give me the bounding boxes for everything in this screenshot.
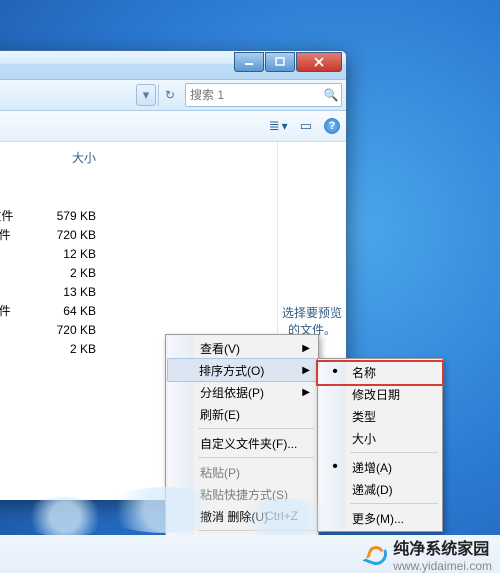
brand-name: 纯净系统家园 <box>393 535 492 559</box>
tool-bar: ≣ ▾ ▭ ? <box>0 111 346 142</box>
cell-type: 快捷方式 <box>0 264 16 281</box>
submenu-arrow-icon: ▶ <box>302 387 310 398</box>
desktop: ◄ ▾ ↻ 🔍 ≣ ▾ ▭ ? 日期 类型 大小 1/6/2 13:46 文件夹… <box>0 0 500 573</box>
cell-size: 12 KB <box>16 247 112 261</box>
search-box[interactable]: 🔍 <box>185 83 342 107</box>
submenu-arrow-icon: ▶ <box>302 343 310 354</box>
view-mode-button[interactable]: ≣ ▾ <box>269 118 288 134</box>
preview-pane-icon: ▭ <box>300 118 312 134</box>
col-size-header[interactable]: 大小 <box>16 149 112 166</box>
col-type-header[interactable]: 类型 <box>0 149 16 166</box>
sort-option[interactable]: •递增(A) <box>320 456 440 478</box>
search-icon[interactable]: 🔍 <box>321 88 341 102</box>
history-dropdown[interactable]: ▾ <box>136 84 156 106</box>
cell-type: JPG 图片文件 <box>0 226 16 243</box>
brand-url: www.yidaimei.com <box>393 559 492 573</box>
search-input[interactable] <box>186 88 321 102</box>
cell-type: 快捷方式 <box>0 340 16 357</box>
file-row[interactable]: 1/4/26 14:30 DOCX 文档 13 KB <box>0 282 277 301</box>
maximize-button[interactable] <box>265 52 295 72</box>
sort-option[interactable]: •名称 <box>320 361 440 383</box>
help-button[interactable]: ? <box>324 118 340 134</box>
file-row[interactable]: 1/5/27 10:48 JPG 图片文件 64 KB <box>0 301 277 320</box>
menu-item[interactable]: 分组依据(P)▶ <box>168 381 316 403</box>
cell-type: 文件夹 <box>0 169 16 186</box>
title-bar[interactable] <box>0 51 346 80</box>
sort-option[interactable]: 类型 <box>320 405 440 427</box>
close-button[interactable] <box>296 52 342 72</box>
cell-type: 文件夹 <box>0 188 16 205</box>
sort-option[interactable]: 修改日期 <box>320 383 440 405</box>
cell-size: 64 KB <box>16 304 112 318</box>
cell-type: DOCX 文档 <box>0 245 16 262</box>
watermark-footer: 纯净系统家园 www.yidaimei.com <box>0 535 500 573</box>
cell-size: 2 KB <box>16 266 112 280</box>
menu-item[interactable]: 刷新(E) <box>168 403 316 425</box>
refresh-button[interactable]: ↻ <box>158 84 181 106</box>
cell-size: 720 KB <box>16 228 112 242</box>
cell-type: DOCX 文档 <box>0 283 16 300</box>
file-header[interactable]: 日期 类型 大小 <box>0 146 277 168</box>
brand-text: 纯净系统家园 www.yidaimei.com <box>393 535 492 573</box>
cell-type: JPG 图片文件 <box>0 302 16 319</box>
file-row[interactable]: 1/6/2 13:46 文件夹 <box>0 168 277 187</box>
cell-size: 579 KB <box>16 209 112 223</box>
preview-pane-button[interactable]: ▭ <box>300 118 312 134</box>
cell-size: 2 KB <box>16 342 112 356</box>
minimize-button[interactable] <box>234 52 264 72</box>
file-row[interactable]: 1/5/10 14:24 快捷方式 2 KB <box>0 263 277 282</box>
file-row[interactable]: 1/5/24 13:46 文件夹 <box>0 187 277 206</box>
cell-size: 13 KB <box>16 285 112 299</box>
cell-size: 720 KB <box>16 323 112 337</box>
sort-option[interactable]: 大小 <box>320 427 440 449</box>
menu-item[interactable]: 查看(V)▶ <box>168 337 316 359</box>
file-row[interactable]: 1/4/26 15:07 JPG 图片文件 720 KB <box>0 225 277 244</box>
decorative-clouds <box>0 489 500 539</box>
cell-type: PNG 图片文件 <box>0 207 16 224</box>
file-row[interactable]: 0/7/6 15:42 PNG 图片文件 579 KB <box>0 206 277 225</box>
view-list-icon: ≣ <box>269 118 280 134</box>
submenu-arrow-icon: ▶ <box>302 365 310 376</box>
menu-item: 粘贴(P) <box>168 461 316 483</box>
preview-hint: 选择要预览的文件。 <box>282 304 342 338</box>
nav-bar: ◄ ▾ ↻ 🔍 <box>0 80 346 111</box>
file-row[interactable]: 1/5/31 16:26 DOCX 文档 12 KB <box>0 244 277 263</box>
menu-item[interactable]: 排序方式(O)▶ <box>167 358 317 382</box>
menu-item[interactable]: 自定义文件夹(F)... <box>168 432 316 454</box>
brand-logo-icon <box>365 543 387 565</box>
cell-type: DOC 文档 <box>0 321 16 338</box>
